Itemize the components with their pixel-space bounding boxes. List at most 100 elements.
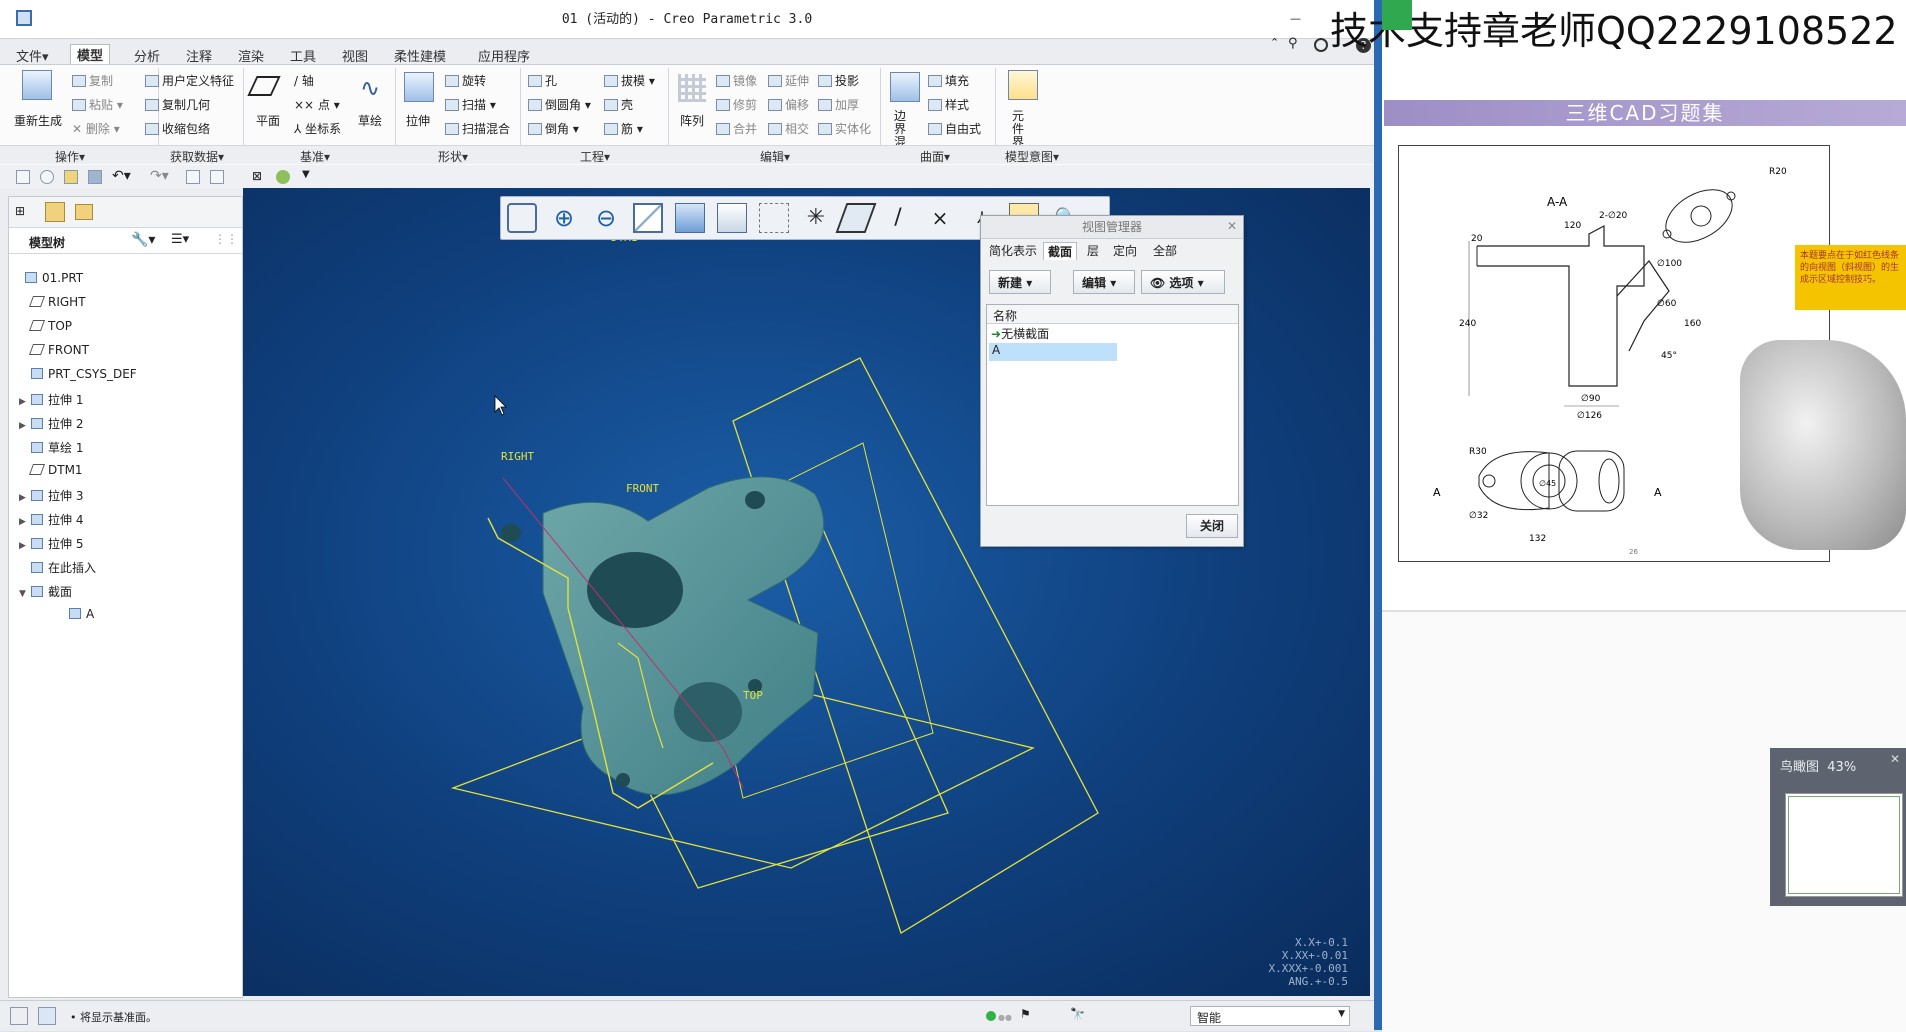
paste-button[interactable]: 粘贴 ▾ — [72, 96, 123, 113]
tree-item[interactable]: ▶ 拉伸 1 — [19, 391, 83, 408]
tree-item[interactable]: FRONT — [19, 343, 89, 357]
flag-icon[interactable]: ⚑ — [1020, 1007, 1031, 1021]
close-dialog-icon[interactable]: ✕ — [1227, 219, 1237, 233]
tree-filter-icon[interactable]: ⋮⋮ — [214, 232, 238, 246]
revolve-button[interactable]: 旋转 — [445, 72, 486, 89]
name-column-header[interactable]: 名称 — [993, 307, 1017, 324]
minimize-icon[interactable]: — — [1290, 12, 1301, 25]
tree-item[interactable]: 草绘 1 — [19, 439, 83, 456]
windows-icon[interactable] — [210, 170, 224, 184]
tree-item[interactable]: 01.PRT — [13, 271, 83, 285]
rib-button[interactable]: 筋 ▾ — [604, 120, 643, 137]
expand-arrow-icon[interactable]: ▶ — [19, 397, 31, 407]
display-style-icon[interactable] — [675, 203, 705, 233]
refit-icon[interactable] — [507, 203, 537, 233]
group-model-intent[interactable]: 模型意图▾ — [1005, 148, 1059, 165]
freestyle-button[interactable]: 自由式 — [928, 120, 981, 137]
view-manager-icon[interactable] — [759, 203, 789, 233]
tab-view[interactable]: 视图 — [336, 46, 374, 65]
fill-button[interactable]: 填充 — [928, 72, 969, 89]
round-button[interactable]: 倒圆角 ▾ — [528, 96, 591, 113]
tab-annotate[interactable]: 注释 — [180, 46, 218, 65]
zoom-in-icon[interactable]: ⊕ — [549, 203, 579, 233]
tab-layers[interactable]: 层 — [1083, 242, 1103, 259]
swept-blend-button[interactable]: 扫描混合 — [445, 120, 510, 137]
delete-button[interactable]: ✕ 删除 ▾ — [72, 120, 120, 137]
appearance-icon[interactable] — [276, 170, 290, 184]
browser-toggle-icon[interactable] — [38, 1007, 56, 1025]
tab-sections[interactable]: 截面 — [1043, 242, 1078, 260]
group-editing[interactable]: 编辑▾ — [760, 148, 790, 165]
tab-flexible-modeling[interactable]: 柔性建模 — [388, 46, 452, 65]
tree-item[interactable]: 在此插入 — [19, 559, 96, 576]
list-item-section-a[interactable]: A — [989, 343, 1117, 361]
tree-item[interactable]: ▶ 拉伸 5 — [19, 535, 83, 552]
tab-tools[interactable]: 工具 — [284, 46, 322, 65]
group-datum[interactable]: 基准▾ — [300, 148, 330, 165]
pattern-button[interactable]: 阵列 — [680, 112, 704, 129]
point-button[interactable]: ×× 点 ▾ — [294, 96, 340, 113]
tree-item[interactable]: RIGHT — [19, 295, 86, 309]
udf-button[interactable]: 用户定义特征 — [145, 72, 234, 89]
tree-item[interactable]: A — [57, 607, 94, 621]
expand-arrow-icon[interactable]: ▶ — [19, 517, 31, 527]
tree-item[interactable]: ▶ 拉伸 3 — [19, 487, 83, 504]
close-button[interactable]: 关闭 — [1186, 514, 1238, 538]
tree-item[interactable]: ▶ 拉伸 2 — [19, 415, 83, 432]
style-button[interactable]: 样式 — [928, 96, 969, 113]
intersect-button[interactable]: 相交 — [768, 120, 809, 137]
tree-columns-icon[interactable]: ☰▾ — [171, 232, 189, 247]
tab-render[interactable]: 渲染 — [232, 46, 270, 65]
copy-button[interactable]: 复制 — [72, 72, 113, 89]
axis-display-icon[interactable]: / — [883, 203, 913, 233]
group-shape[interactable]: 形状▾ — [438, 148, 468, 165]
redo-icon[interactable]: ↷▾ — [150, 168, 169, 184]
saved-orientations-icon[interactable] — [717, 203, 747, 233]
part-body[interactable] — [542, 476, 825, 796]
expand-arrow-icon[interactable]: ▶ — [19, 541, 31, 551]
tab-file[interactable]: 文件▾ — [10, 46, 55, 65]
open-session-icon[interactable] — [40, 170, 54, 184]
shell-button[interactable]: 壳 — [604, 96, 633, 113]
extrude-button[interactable]: 拉伸 — [406, 112, 430, 129]
mirror-button[interactable]: 镜像 — [716, 72, 757, 89]
tab-model[interactable]: 模型 — [70, 44, 111, 65]
tab-applications[interactable]: 应用程序 — [472, 46, 536, 65]
sketch-button[interactable]: 草绘 — [358, 112, 382, 129]
tab-orient[interactable]: 定向 — [1109, 242, 1141, 259]
extend-button[interactable]: 延伸 — [768, 72, 809, 89]
tab-analysis[interactable]: 分析 — [128, 46, 166, 65]
navigator-close-icon[interactable]: ✕ — [1890, 752, 1900, 766]
model-tree-tab-icon[interactable]: ⊞ — [15, 204, 31, 220]
datum-display-filters-icon[interactable]: ✳ — [801, 203, 831, 233]
customize-qat-icon[interactable]: ▼ — [302, 169, 310, 180]
regenerate-small-icon[interactable] — [186, 170, 200, 184]
sweep-button[interactable]: 扫描 ▾ — [445, 96, 496, 113]
navigator-thumbnail[interactable] — [1785, 793, 1903, 897]
solidify-button[interactable]: 实体化 — [818, 120, 871, 137]
tree-item[interactable]: DTM1 — [19, 463, 83, 477]
favorites-icon[interactable] — [75, 204, 93, 220]
open-icon[interactable] — [64, 170, 78, 184]
tree-item[interactable]: PRT_CSYS_DEF — [19, 367, 137, 381]
list-item-no-section[interactable]: ➜无横截面 — [991, 325, 1049, 342]
project-button[interactable]: 投影 — [818, 72, 859, 89]
zoom-out-icon[interactable]: ⊖ — [591, 203, 621, 233]
expand-arrow-icon[interactable]: ▶ — [19, 421, 31, 431]
copy-geometry-button[interactable]: 复制几何 — [145, 96, 210, 113]
tab-simplified-rep[interactable]: 简化表示 — [985, 242, 1041, 259]
axis-button[interactable]: / 轴 — [294, 72, 314, 89]
hole-button[interactable]: 孔 — [528, 72, 557, 89]
folder-browser-icon[interactable] — [45, 202, 65, 222]
navigator-toggle-icon[interactable] — [10, 1007, 28, 1025]
plane-display-icon[interactable] — [835, 203, 877, 233]
group-surfaces[interactable]: 曲面▾ — [920, 148, 950, 165]
group-get-data[interactable]: 获取数据▾ — [170, 148, 224, 165]
tree-item[interactable]: ▼ 截面 — [19, 583, 72, 600]
repaint-icon[interactable] — [633, 203, 663, 233]
thicken-button[interactable]: 加厚 — [818, 96, 859, 113]
selection-filter-dropdown[interactable]: 智能 ▼ — [1190, 1006, 1350, 1026]
new-file-icon[interactable] — [16, 170, 30, 184]
expand-arrow-icon[interactable]: ▼ — [19, 589, 31, 599]
tab-all[interactable]: 全部 — [1149, 242, 1181, 259]
